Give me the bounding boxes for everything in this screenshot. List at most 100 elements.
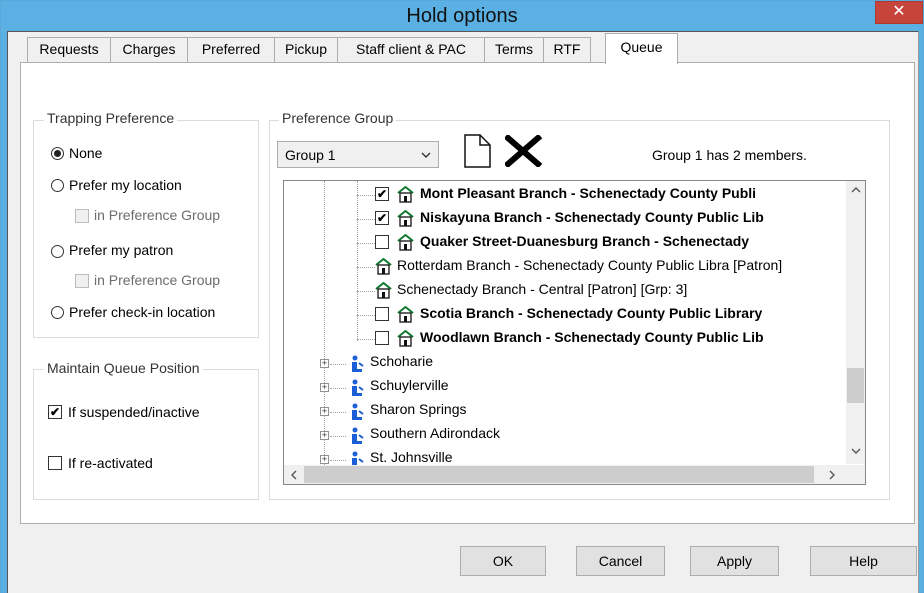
tab-requests[interactable]: Requests <box>27 37 111 62</box>
cancel-button-label: Cancel <box>598 553 643 569</box>
library-building-icon <box>397 306 414 323</box>
branch-checkbox[interactable] <box>375 235 389 249</box>
tree-connector <box>357 219 375 220</box>
checkbox-if-suspended[interactable]: ✔ <box>48 405 62 419</box>
maintain-queue-position-group <box>33 369 259 500</box>
expand-icon[interactable]: + <box>320 431 329 440</box>
chevron-down-icon <box>421 152 431 158</box>
library-building-icon <box>375 258 392 275</box>
branch-label: Rotterdam Branch - Schenectady County Pu… <box>397 257 783 273</box>
tree-connector <box>330 412 346 413</box>
library-building-icon <box>397 186 414 203</box>
tree-connector <box>357 243 375 244</box>
organization-icon <box>352 427 364 444</box>
checkbox-location-in-group-label: in Preference Group <box>94 207 221 223</box>
checkmark-icon: ✔ <box>376 211 388 225</box>
close-icon: ✕ <box>892 3 906 20</box>
scroll-up-icon[interactable] <box>851 186 861 194</box>
tree-connector <box>330 364 346 365</box>
radio-prefer-my-patron-label: Prefer my patron <box>69 242 174 258</box>
radio-prefer-my-patron[interactable] <box>51 245 64 258</box>
scrollbar-thumb[interactable] <box>304 466 814 483</box>
checkmark-icon: ✔ <box>376 187 388 201</box>
cancel-button[interactable]: Cancel <box>576 546 665 576</box>
checkbox-if-reactivated-label: If re-activated <box>68 455 153 471</box>
tab-terms[interactable]: Terms <box>484 37 544 62</box>
library-building-icon <box>375 282 392 299</box>
tree-connector <box>330 388 346 389</box>
tree-connector <box>357 315 375 316</box>
ok-button[interactable]: OK <box>460 546 546 576</box>
organization-icon <box>352 379 364 396</box>
tab-label: Terms <box>494 41 534 57</box>
system-label: Sharon Springs <box>370 401 467 417</box>
tab-preferred[interactable]: Preferred <box>187 37 275 62</box>
system-label: St. Johnsville <box>370 449 453 465</box>
branch-checkbox[interactable]: ✔ <box>375 211 389 225</box>
branch-tree-view[interactable]: ✔ Mont Pleasant Branch - Schenectady Cou… <box>283 180 866 485</box>
window-title: Hold options <box>406 5 518 27</box>
branch-label: Woodlawn Branch - Schenectady County Pub… <box>420 329 764 345</box>
radio-none-label: None <box>69 145 103 161</box>
branch-checkbox[interactable] <box>375 307 389 321</box>
tree-horizontal-scrollbar[interactable] <box>284 465 846 484</box>
help-button[interactable]: Help <box>810 546 917 576</box>
ok-button-label: OK <box>492 553 514 569</box>
library-building-icon <box>397 234 414 251</box>
tree-connector <box>357 339 375 340</box>
scrollbar-thumb[interactable] <box>847 368 864 403</box>
branch-label: Scotia Branch - Schenectady County Publi… <box>420 305 763 321</box>
tree-connector <box>357 291 375 292</box>
scroll-down-icon[interactable] <box>851 447 861 455</box>
library-building-icon <box>397 330 414 347</box>
delete-x-icon[interactable] <box>505 135 543 167</box>
trapping-preference-legend: Trapping Preference <box>44 110 178 126</box>
tab-charges[interactable]: Charges <box>110 37 188 62</box>
branch-label: Mont Pleasant Branch - Schenectady Count… <box>420 185 757 201</box>
tree-connector <box>357 195 375 196</box>
group-member-count: Group 1 has 2 members. <box>652 147 807 163</box>
apply-button[interactable]: Apply <box>690 546 779 576</box>
radio-none[interactable] <box>51 147 64 160</box>
tree-connector <box>357 267 375 268</box>
system-label: Southern Adirondack <box>370 425 500 441</box>
tab-queue[interactable]: Queue <box>605 33 678 64</box>
tab-rtf[interactable]: RTF <box>543 37 591 62</box>
group-select[interactable]: Group 1 <box>277 141 439 168</box>
tree-vertical-scrollbar[interactable] <box>846 181 865 464</box>
tab-label: Charges <box>122 41 176 57</box>
expand-icon[interactable]: + <box>320 455 329 464</box>
tree-connector <box>330 460 346 461</box>
branch-label: Quaker Street-Duanesburg Branch - Schene… <box>420 233 750 249</box>
tab-label: Staff client & PAC <box>356 41 466 57</box>
checkmark-icon: ✔ <box>49 405 61 419</box>
radio-prefer-checkin-location-label: Prefer check-in location <box>69 304 216 320</box>
apply-button-label: Apply <box>716 553 753 569</box>
new-document-icon[interactable] <box>463 133 493 169</box>
close-button[interactable]: ✕ <box>875 1 923 24</box>
organization-icon <box>352 403 364 420</box>
title-bar[interactable]: Hold options ✕ <box>1 1 923 31</box>
scroll-left-icon[interactable] <box>290 470 298 480</box>
checkbox-location-in-group[interactable] <box>75 209 89 223</box>
branch-checkbox[interactable]: ✔ <box>375 187 389 201</box>
expand-icon[interactable]: + <box>320 383 329 392</box>
organization-icon <box>352 355 364 372</box>
expand-icon[interactable]: + <box>320 407 329 416</box>
radio-prefer-my-location[interactable] <box>51 179 64 192</box>
tab-label: Queue <box>620 39 663 55</box>
tab-pickup[interactable]: Pickup <box>274 37 338 62</box>
radio-prefer-my-location-label: Prefer my location <box>69 177 182 193</box>
scrollbar-corner <box>846 465 865 484</box>
tab-label: Requests <box>39 41 99 57</box>
checkbox-patron-in-group-label: in Preference Group <box>94 272 221 288</box>
expand-icon[interactable]: + <box>320 359 329 368</box>
checkbox-if-reactivated[interactable] <box>48 456 62 470</box>
radio-prefer-checkin-location[interactable] <box>51 306 64 319</box>
branch-checkbox[interactable] <box>375 331 389 345</box>
group-select-value: Group 1 <box>285 147 336 163</box>
tab-staff-client-pac[interactable]: Staff client & PAC <box>337 37 485 62</box>
checkbox-patron-in-group[interactable] <box>75 274 89 288</box>
checkbox-if-suspended-label: If suspended/inactive <box>68 404 200 420</box>
scroll-right-icon[interactable] <box>828 470 836 480</box>
